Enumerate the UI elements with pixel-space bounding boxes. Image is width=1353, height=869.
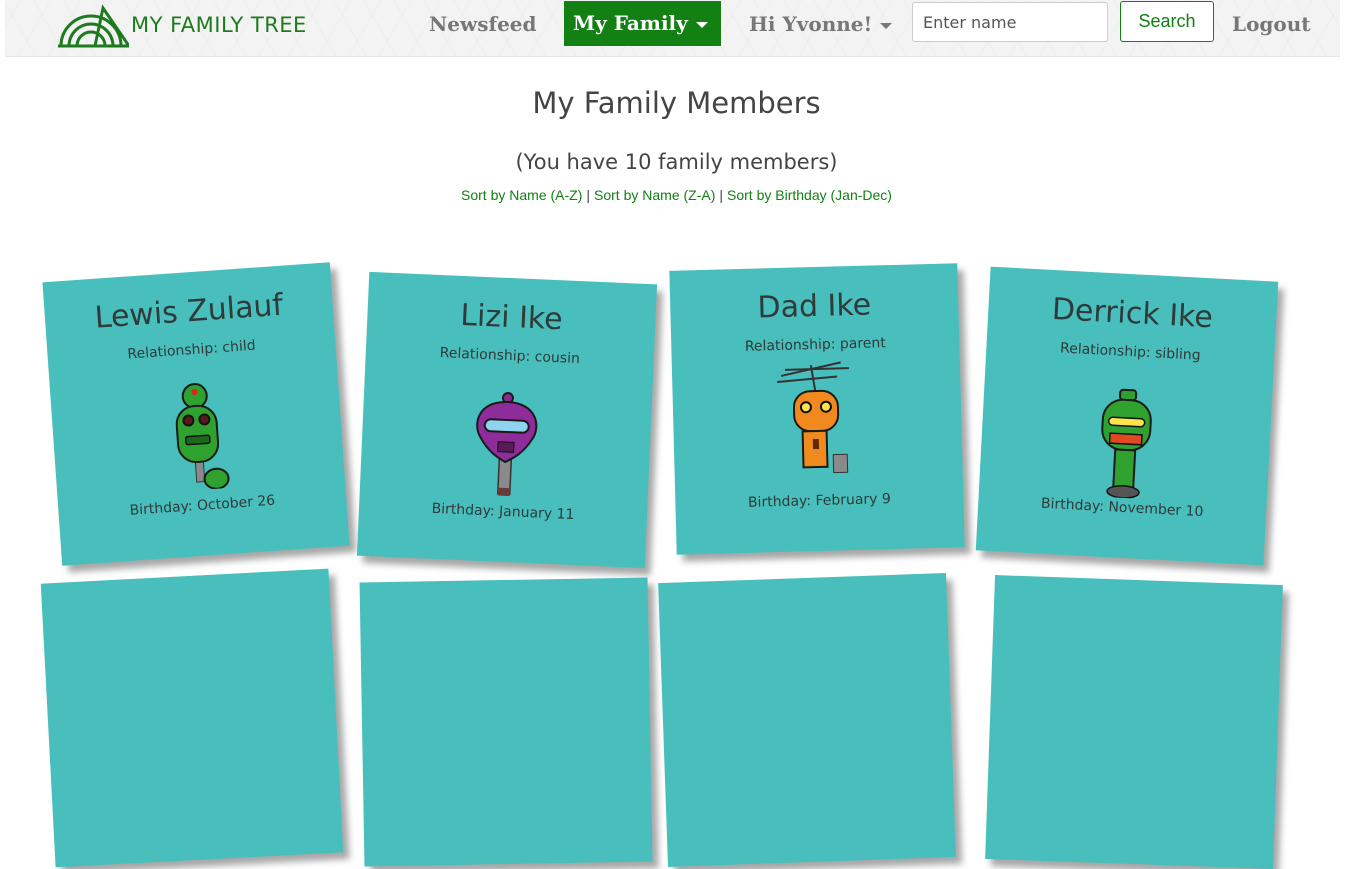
member-name: Dad Ike bbox=[757, 287, 872, 326]
nav-logout[interactable]: Logout bbox=[1232, 0, 1311, 48]
member-birthday: Birthday: February 9 bbox=[747, 491, 892, 511]
sort-birthday-link[interactable]: Sort by Birthday (Jan-Dec) bbox=[727, 187, 892, 203]
member-count: (You have 10 family members) bbox=[515, 150, 838, 174]
member-card[interactable]: Derrick Ike Relationship: sibling Birthd… bbox=[975, 266, 1279, 566]
search-button[interactable]: Search bbox=[1120, 1, 1214, 42]
member-relationship: Relationship: sibling bbox=[1059, 340, 1202, 364]
member-card-partial[interactable] bbox=[985, 575, 1283, 869]
sort-name-asc-link[interactable]: Sort by Name (A-Z) bbox=[461, 187, 582, 203]
nav-my-family[interactable]: My Family bbox=[564, 1, 721, 46]
member-relationship: Relationship: child bbox=[126, 337, 257, 363]
nav-my-family-label: My Family bbox=[573, 11, 688, 35]
orange-robot-icon bbox=[777, 361, 849, 474]
member-card[interactable]: Dad Ike Relationship: parent Birthday: F… bbox=[669, 263, 965, 555]
sort-options: Sort by Name (A-Z) | Sort by Name (Z-A) | So… bbox=[0, 187, 1353, 203]
tree-logo-icon bbox=[58, 4, 129, 48]
sort-name-desc-link[interactable]: Sort by Name (Z-A) bbox=[594, 187, 715, 203]
member-card-partial[interactable] bbox=[40, 568, 344, 868]
purple-robot-icon bbox=[476, 392, 538, 497]
search-input[interactable] bbox=[912, 2, 1108, 42]
caret-down-icon bbox=[695, 21, 708, 28]
brand-name: MY FAMILY TREE bbox=[131, 13, 307, 37]
green-robot-icon bbox=[1101, 388, 1152, 499]
member-birthday: Birthday: January 11 bbox=[431, 500, 575, 524]
member-birthday: Birthday: October 26 bbox=[129, 492, 276, 519]
member-relationship: Relationship: parent bbox=[744, 335, 887, 355]
sort-separator: | bbox=[586, 187, 591, 203]
nav-user-menu[interactable]: Hi Yvonne! bbox=[749, 0, 893, 48]
member-name: Lizi Ike bbox=[459, 297, 564, 338]
member-card-partial[interactable] bbox=[658, 573, 956, 867]
user-greeting: Hi Yvonne! bbox=[749, 12, 873, 36]
sort-separator: | bbox=[719, 187, 724, 203]
green-robot-icon bbox=[175, 383, 230, 490]
member-card[interactable]: Lizi Ike Relationship: cousin Birthday: … bbox=[356, 271, 658, 569]
member-card[interactable]: Lewis Zulauf Relationship: child Birthda… bbox=[42, 262, 350, 566]
navbar: MY FAMILY TREE Newsfeed My Family Hi Yvo… bbox=[5, 0, 1340, 57]
member-relationship: Relationship: cousin bbox=[439, 345, 581, 368]
brand-logo[interactable]: MY FAMILY TREE bbox=[57, 2, 307, 48]
page-title: My Family Members bbox=[532, 86, 821, 120]
nav-newsfeed[interactable]: Newsfeed bbox=[429, 0, 537, 48]
member-name: Lewis Zulauf bbox=[93, 287, 285, 336]
member-card-partial[interactable] bbox=[359, 577, 653, 867]
caret-down-icon bbox=[880, 22, 893, 29]
member-name: Derrick Ike bbox=[1051, 291, 1214, 336]
